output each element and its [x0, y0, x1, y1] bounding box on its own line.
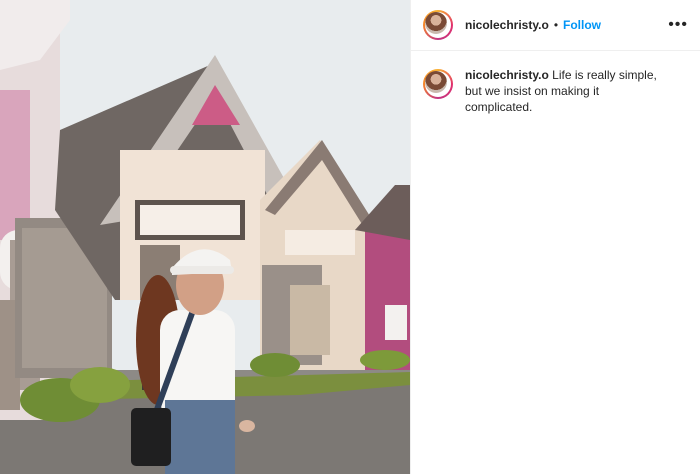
avatar-image	[425, 71, 447, 93]
caption-text: nicolechristy.o Life is really simple, b…	[465, 67, 665, 115]
caption-avatar[interactable]	[423, 69, 453, 99]
post-sidebar: nicolechristy.o • Follow ••• nicolechris…	[410, 0, 700, 474]
photo-scene	[0, 0, 410, 474]
more-options-icon[interactable]: •••	[668, 17, 688, 33]
separator-dot: •	[553, 18, 559, 32]
avatar-image	[425, 12, 447, 34]
header-username[interactable]: nicolechristy.o	[465, 18, 549, 32]
post-header: nicolechristy.o • Follow •••	[411, 0, 700, 51]
follow-button[interactable]: Follow	[563, 18, 601, 32]
caption-username[interactable]: nicolechristy.o	[465, 68, 549, 82]
post-caption: nicolechristy.o Life is really simple, b…	[411, 51, 700, 115]
profile-avatar[interactable]	[423, 10, 453, 40]
post-photo[interactable]	[0, 0, 410, 474]
